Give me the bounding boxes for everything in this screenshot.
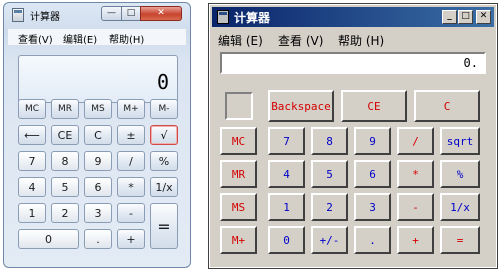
add-button[interactable]: + xyxy=(397,226,434,254)
window-title: 计算器 xyxy=(234,11,271,25)
digit-1-button[interactable]: 1 xyxy=(268,193,305,221)
digit-0-button[interactable]: 0 xyxy=(18,229,79,249)
digit-7-button[interactable]: 7 xyxy=(18,151,46,171)
digit-9-button[interactable]: 9 xyxy=(84,151,112,171)
ms-button[interactable]: MS xyxy=(84,99,112,119)
title-bar[interactable]: 计算器 _ □ ✕ xyxy=(212,7,494,27)
minimize-button[interactable]: _ xyxy=(442,10,457,24)
menu-bar: 查看(V) 编辑(E) 帮助(H) xyxy=(8,29,186,46)
digit-5-button[interactable]: 5 xyxy=(311,160,348,188)
decimal-button[interactable]: . xyxy=(84,229,112,249)
ce-button[interactable]: CE xyxy=(51,125,79,145)
ms-button[interactable]: MS xyxy=(220,193,257,221)
add-button[interactable]: + xyxy=(117,229,145,249)
equals-button[interactable]: = xyxy=(150,203,178,249)
decimal-button[interactable]: . xyxy=(354,226,391,254)
mr-button[interactable]: MR xyxy=(51,99,79,119)
percent-button[interactable]: % xyxy=(150,151,178,171)
equals-button[interactable]: = xyxy=(440,226,480,254)
maximize-button[interactable]: □ xyxy=(458,10,473,24)
digit-5-button[interactable]: 5 xyxy=(51,177,79,197)
mc-button[interactable]: MC xyxy=(220,127,257,155)
multiply-button[interactable]: * xyxy=(117,177,145,197)
digit-2-button[interactable]: 2 xyxy=(311,193,348,221)
mc-button[interactable]: MC xyxy=(18,99,46,119)
plus-minus-button[interactable]: +/- xyxy=(311,226,348,254)
minimize-button[interactable]: — xyxy=(101,6,122,21)
m-plus-button[interactable]: M+ xyxy=(117,99,145,119)
divide-button[interactable]: / xyxy=(397,127,434,155)
digit-1-button[interactable]: 1 xyxy=(18,203,46,223)
ce-button[interactable]: CE xyxy=(341,90,407,122)
maximize-button[interactable]: □ xyxy=(121,6,141,21)
menu-edit[interactable]: 编辑 (E) xyxy=(218,32,263,49)
reciprocal-button[interactable]: 1/x xyxy=(440,193,480,221)
m-minus-button[interactable]: M- xyxy=(150,99,178,119)
backspace-button[interactable]: Backspace xyxy=(268,90,334,122)
c-button[interactable]: C xyxy=(414,90,480,122)
multiply-button[interactable]: * xyxy=(397,160,434,188)
close-button[interactable]: ✕ xyxy=(140,6,182,21)
mr-button[interactable]: MR xyxy=(220,160,257,188)
digit-8-button[interactable]: 8 xyxy=(51,151,79,171)
display-value: 0 xyxy=(156,70,169,94)
memory-indicator xyxy=(225,92,253,120)
digit-4-button[interactable]: 4 xyxy=(268,160,305,188)
win7-calculator-window: 计算器 — □ ✕ 查看(V) 编辑(E) 帮助(H) 0 MC MR MS M… xyxy=(3,2,191,268)
reciprocal-button[interactable]: 1/x xyxy=(150,177,178,197)
digit-2-button[interactable]: 2 xyxy=(51,203,79,223)
digit-4-button[interactable]: 4 xyxy=(18,177,46,197)
display: 0. xyxy=(220,52,486,74)
menu-bar: 编辑 (E) 查看 (V) 帮助 (H) xyxy=(214,30,492,48)
calculator-icon xyxy=(217,10,229,24)
m-plus-button[interactable]: M+ xyxy=(220,226,257,254)
digit-6-button[interactable]: 6 xyxy=(354,160,391,188)
menu-view[interactable]: 查看(V) xyxy=(18,31,53,46)
menu-help[interactable]: 帮助(H) xyxy=(109,31,144,46)
digit-8-button[interactable]: 8 xyxy=(311,127,348,155)
plus-minus-button[interactable]: ± xyxy=(117,125,145,145)
window-title: 计算器 xyxy=(30,12,60,23)
c-button[interactable]: C xyxy=(84,125,112,145)
title-bar[interactable]: 计算器 — □ ✕ xyxy=(4,3,190,27)
digit-7-button[interactable]: 7 xyxy=(268,127,305,155)
subtract-button[interactable]: - xyxy=(117,203,145,223)
menu-edit[interactable]: 编辑(E) xyxy=(63,31,97,46)
close-button[interactable]: ✕ xyxy=(476,10,491,24)
digit-6-button[interactable]: 6 xyxy=(84,177,112,197)
display: 0 xyxy=(18,55,178,103)
subtract-button[interactable]: - xyxy=(397,193,434,221)
digit-3-button[interactable]: 3 xyxy=(84,203,112,223)
digit-9-button[interactable]: 9 xyxy=(354,127,391,155)
sqrt-button[interactable]: √ xyxy=(150,125,178,145)
classic-calculator-window: 计算器 _ □ ✕ 编辑 (E) 查看 (V) 帮助 (H) 0. Backsp… xyxy=(208,3,498,269)
menu-view[interactable]: 查看 (V) xyxy=(278,32,323,49)
sqrt-button[interactable]: sqrt xyxy=(440,127,480,155)
display-value: 0. xyxy=(463,56,478,70)
backspace-button[interactable]: ⟵ xyxy=(18,125,46,145)
digit-0-button[interactable]: 0 xyxy=(268,226,305,254)
digit-3-button[interactable]: 3 xyxy=(354,193,391,221)
menu-help[interactable]: 帮助 (H) xyxy=(338,32,384,49)
divide-button[interactable]: / xyxy=(117,151,145,171)
percent-button[interactable]: % xyxy=(440,160,480,188)
calculator-icon xyxy=(12,8,24,22)
